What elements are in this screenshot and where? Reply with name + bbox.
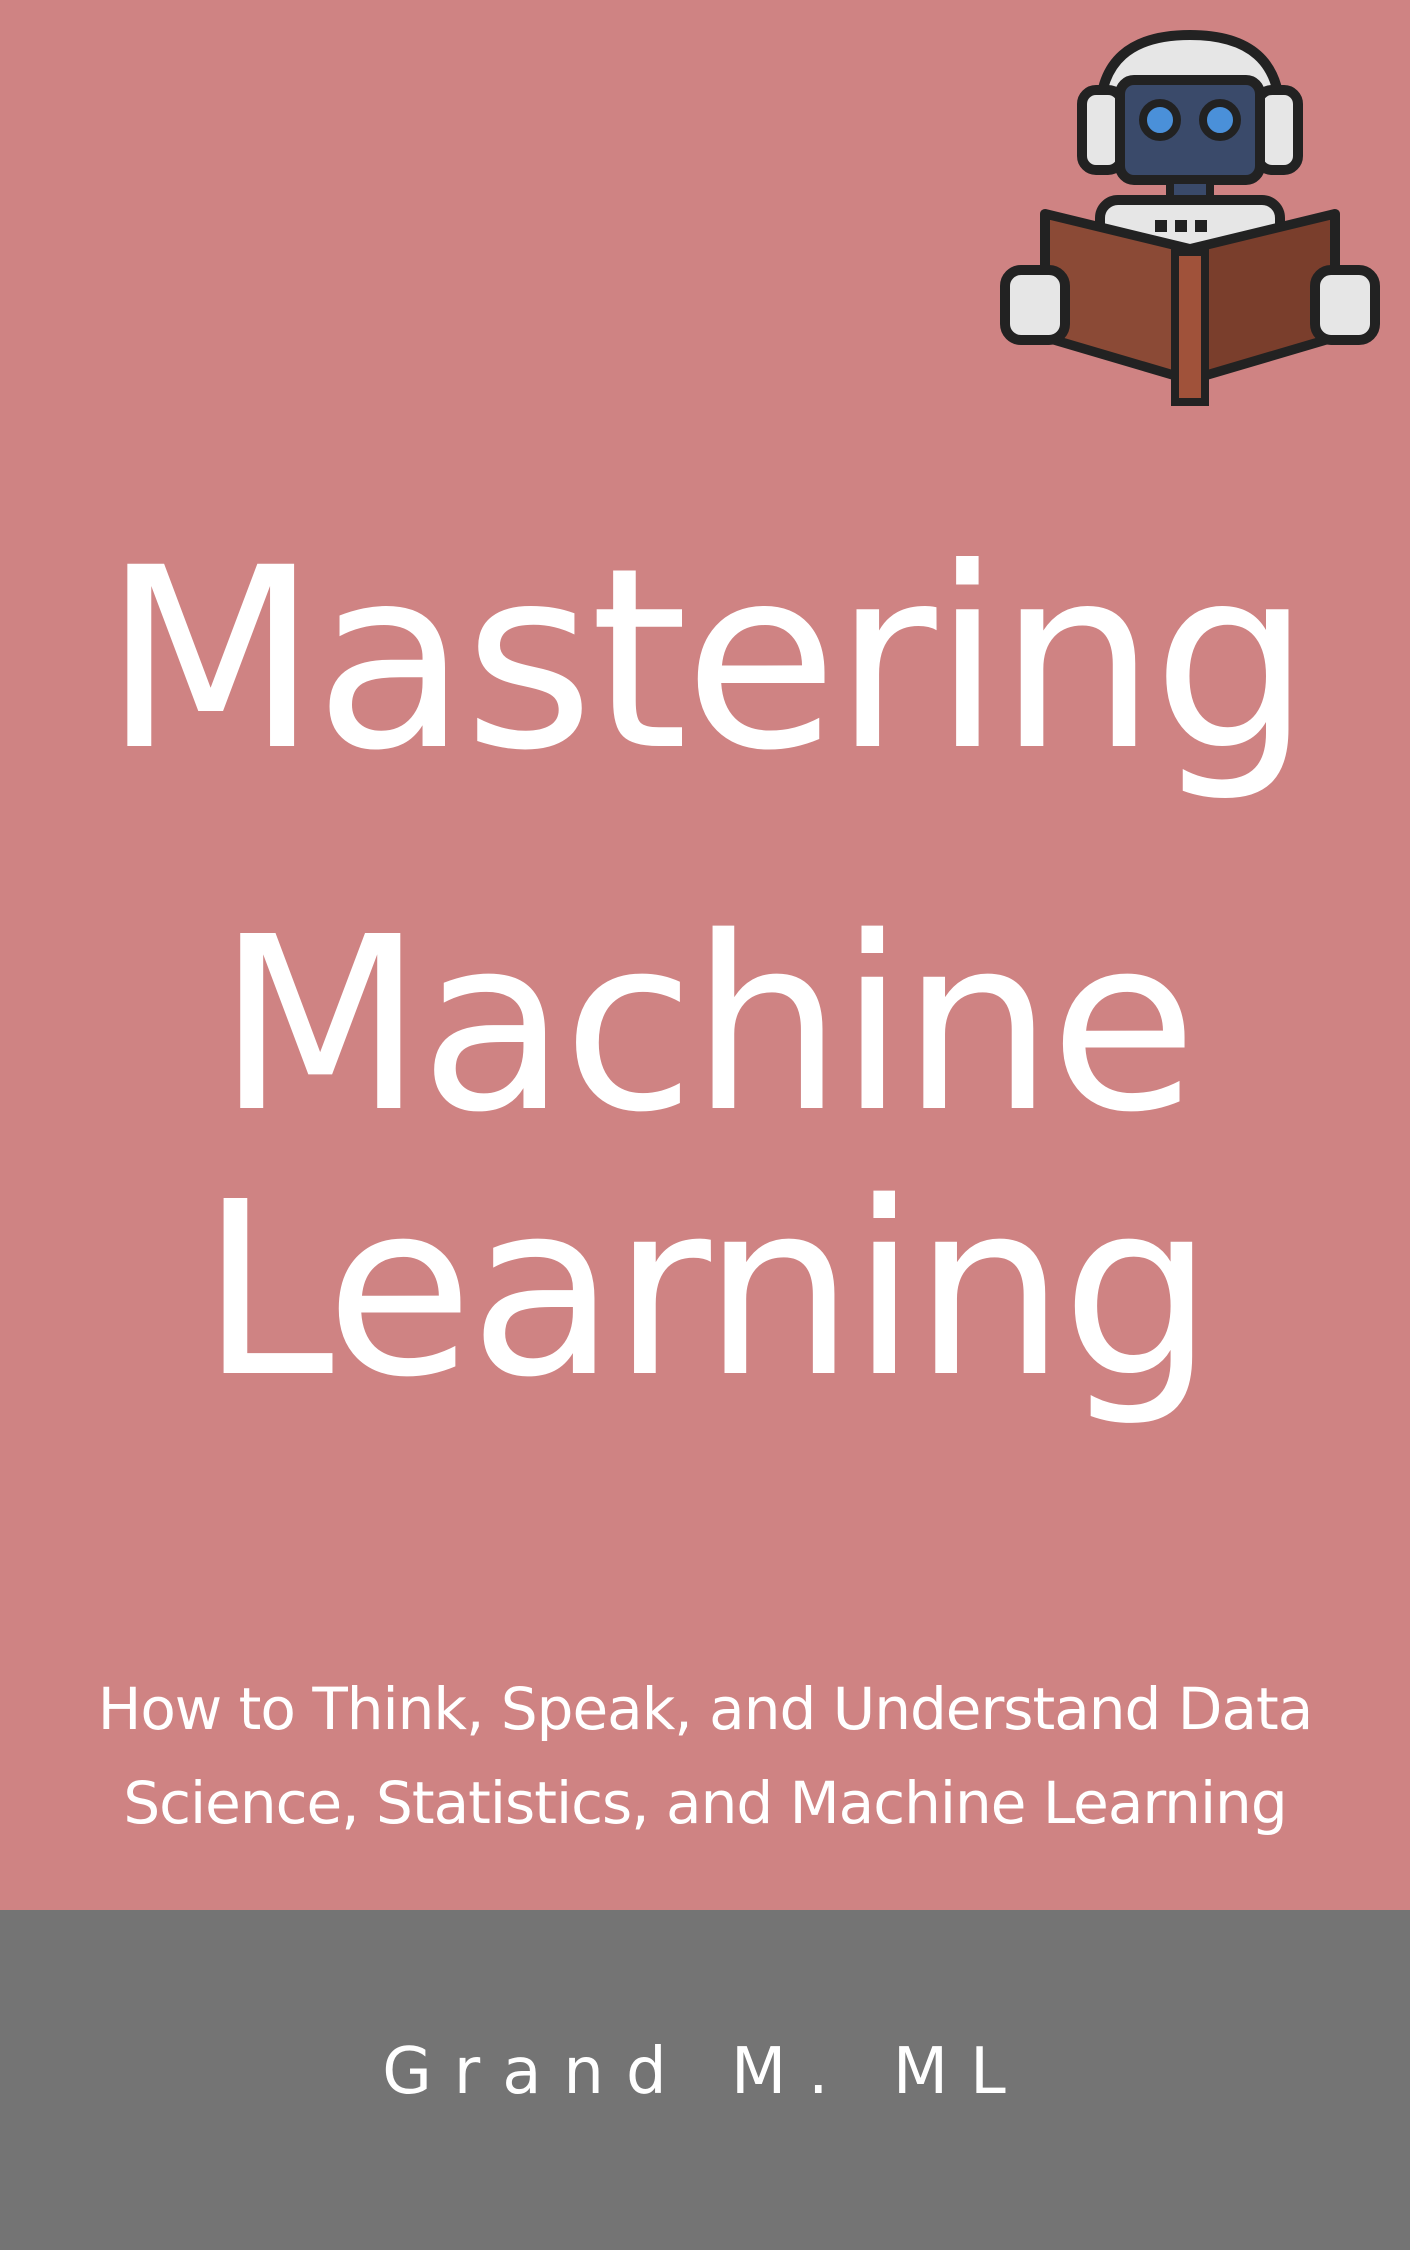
subtitle-line-1: How to Think, Speak, and Understand Data [97,1675,1314,1743]
author-name: Grand M. ML [382,2035,1028,2109]
subtitle: How to Think, Speak, and Understand Data… [0,1662,1410,1850]
book-cover: Mastering Machine Learning How to Think,… [0,0,1410,1910]
title-line-1: Mastering [102,514,1311,805]
title-line-3: Learning [200,1150,1214,1430]
robot-reading-book-icon [1000,29,1380,406]
title-line-2: Machine [216,885,1198,1165]
subtitle-line-2: Science, Statistics, and Machine Learnin… [123,1769,1287,1837]
